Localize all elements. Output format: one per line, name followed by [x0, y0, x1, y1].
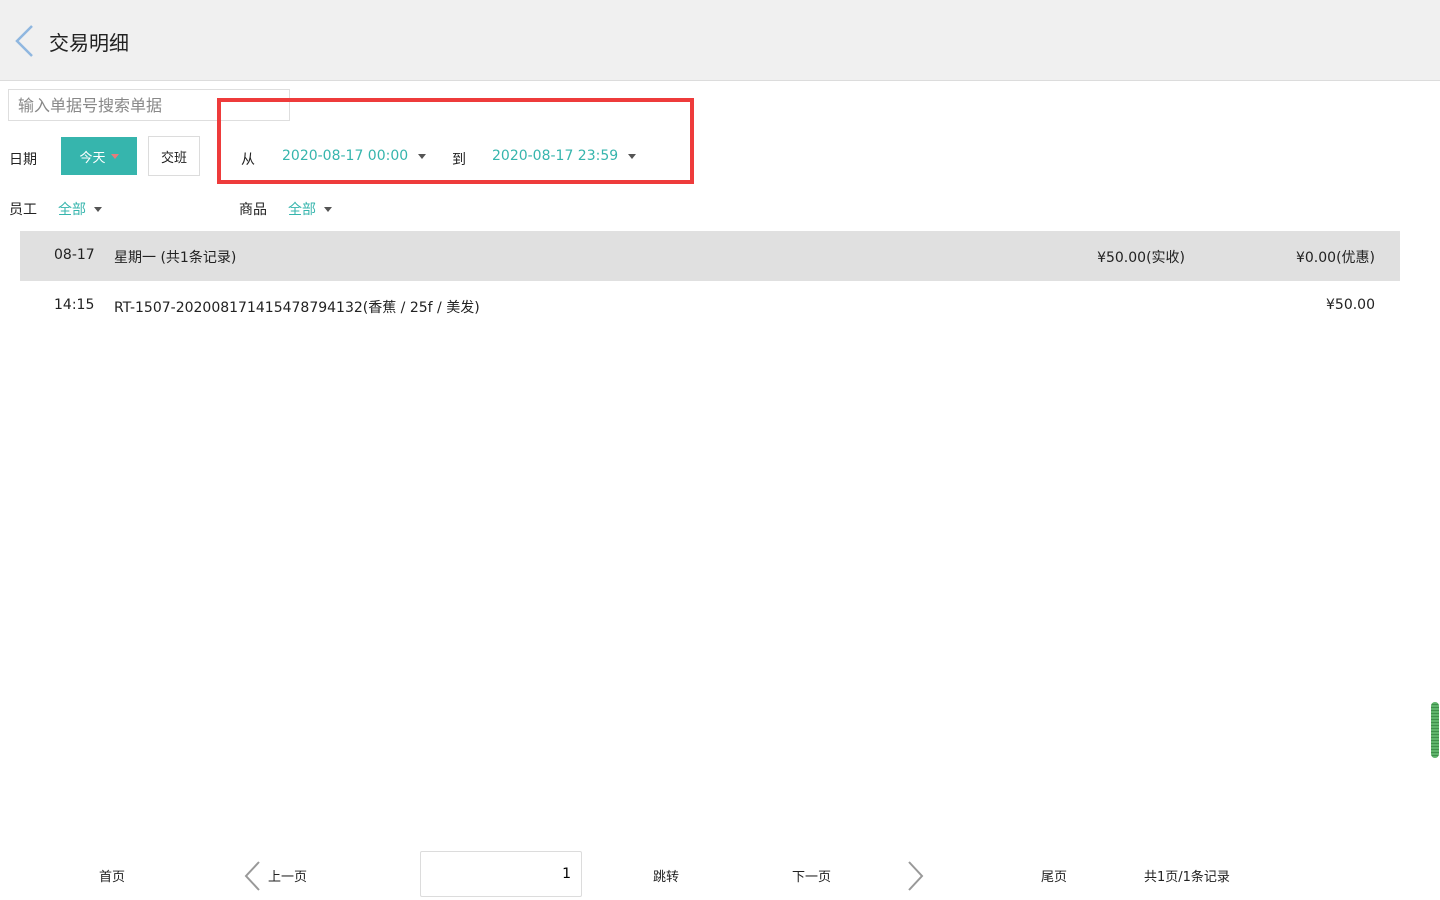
product-value: 全部 [288, 202, 316, 218]
day-group-header: 08-17 星期一 (共1条记录) ¥50.00(实收) ¥0.00(优惠) [20, 231, 1400, 281]
chevron-right-icon[interactable] [906, 860, 926, 892]
record-amount: ¥50.00 [1326, 297, 1375, 313]
record-description: RT-1507-202008171415478794132(香蕉 / 25f /… [114, 300, 480, 316]
table-row[interactable]: 14:15 RT-1507-202008171415478794132(香蕉 /… [20, 281, 1400, 331]
date-label: 日期 [9, 152, 37, 168]
page-title: 交易明细 [49, 31, 129, 55]
today-dropdown-button[interactable]: 今天 [61, 137, 137, 175]
pager-summary: 共1页/1条记录 [1144, 870, 1230, 885]
top-bar [0, 0, 1440, 81]
page-number-input[interactable] [420, 851, 582, 897]
shift-button[interactable]: 交班 [148, 136, 200, 176]
jump-button[interactable]: 跳转 [653, 866, 679, 885]
today-label: 今天 [79, 150, 106, 166]
record-time: 14:15 [54, 297, 95, 313]
group-discount-amount: ¥0.00(优惠) [1295, 250, 1375, 266]
next-page-button[interactable]: 下一页 [792, 866, 831, 885]
scrollbar-thumb[interactable] [1431, 702, 1439, 758]
first-page-button[interactable]: 首页 [99, 866, 125, 885]
back-arrow-icon[interactable] [12, 24, 38, 58]
date-range-highlight-box [217, 98, 694, 184]
chevron-left-icon[interactable] [242, 860, 262, 892]
group-received-amount: ¥50.00(实收) [1097, 250, 1185, 266]
last-page-button[interactable]: 尾页 [1041, 866, 1067, 885]
prev-page-button[interactable]: 上一页 [268, 866, 307, 885]
staff-label: 员工 [9, 202, 37, 218]
product-dropdown[interactable]: 全部 [288, 199, 332, 219]
staff-value: 全部 [58, 202, 86, 218]
group-summary: 星期一 (共1条记录) [114, 250, 237, 266]
product-label: 商品 [239, 202, 267, 218]
chevron-down-icon [94, 206, 102, 212]
group-date: 08-17 [54, 247, 95, 263]
chevron-down-icon [110, 153, 119, 159]
staff-dropdown[interactable]: 全部 [58, 199, 102, 219]
chevron-down-icon [324, 206, 332, 212]
